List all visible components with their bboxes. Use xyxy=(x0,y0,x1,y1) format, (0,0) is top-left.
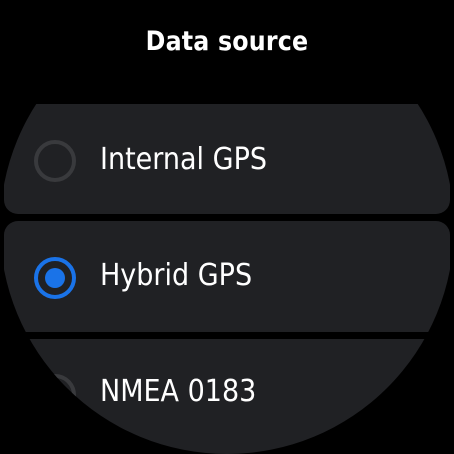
option-nmea-0183[interactable]: NMEA 0183 xyxy=(4,339,450,454)
watch-screen: Data source Internal GPS Hybrid GPS NMEA… xyxy=(0,0,454,454)
option-label: NMEA 0183 xyxy=(100,374,257,409)
radio-dot-icon xyxy=(45,268,65,288)
data-source-list: Internal GPS Hybrid GPS NMEA 0183 xyxy=(0,0,454,454)
option-internal-gps[interactable]: Internal GPS xyxy=(4,104,450,214)
option-hybrid-gps[interactable]: Hybrid GPS xyxy=(4,221,450,332)
radio-checked-icon[interactable] xyxy=(34,257,76,299)
radio-unchecked-icon[interactable] xyxy=(34,374,76,416)
option-label: Hybrid GPS xyxy=(100,258,253,293)
option-label: Internal GPS xyxy=(100,142,267,177)
radio-unchecked-icon[interactable] xyxy=(34,140,76,182)
